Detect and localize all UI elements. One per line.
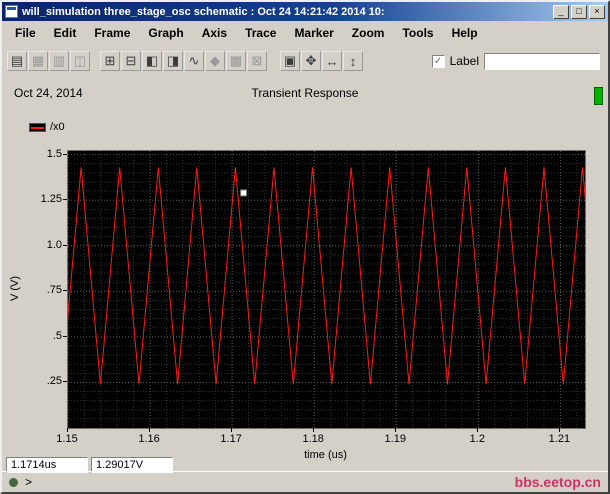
strip-chart-icon[interactable]: ▥ xyxy=(49,51,69,71)
close-button[interactable]: × xyxy=(589,4,605,19)
x-tick-label: 1.21 xyxy=(548,433,571,445)
plot-title: Transient Response xyxy=(251,86,359,100)
title-bar[interactable]: will_simulation three_stage_osc schemati… xyxy=(2,2,608,21)
x-tick-label: 1.18 xyxy=(302,433,324,445)
command-prompt[interactable]: > xyxy=(25,475,32,489)
subwindow-add-icon[interactable]: ⊞ xyxy=(100,51,120,71)
label-checkbox-text: Label xyxy=(449,54,479,68)
y-tick-mark xyxy=(63,381,67,383)
maximize-button[interactable]: □ xyxy=(571,4,587,19)
legend-swatch xyxy=(29,122,46,132)
window-icon xyxy=(5,5,18,18)
menu-zoom[interactable]: Zoom xyxy=(343,23,394,43)
y-tick-label: 1.25 xyxy=(40,193,62,206)
window-title: will_simulation three_stage_osc schemati… xyxy=(22,5,385,18)
zoom-x-icon[interactable]: ↔ xyxy=(322,51,342,71)
x-tick-mark xyxy=(67,428,68,432)
x-tick-label: 1.17 xyxy=(220,433,242,445)
y-axis-title: V (V) xyxy=(9,275,21,302)
waveform-window: will_simulation three_stage_osc schemati… xyxy=(0,0,610,494)
legend-label: /x0 xyxy=(50,121,65,133)
x-tick-label: 1.19 xyxy=(384,433,406,445)
window-controls: _ □ × xyxy=(553,4,605,19)
label-box: ✓ Label xyxy=(431,52,600,70)
plot-region: V (V) time (us) 1.5 1.25 1.0.75.5.25 1.15 1.… xyxy=(2,147,608,462)
status-dot-icon xyxy=(9,477,18,487)
slider-icon[interactable]: ▩ xyxy=(226,51,246,71)
y-tick-label: .5 xyxy=(52,329,62,342)
y-tick-label: 1.5 xyxy=(46,147,62,160)
label-input[interactable] xyxy=(484,52,600,70)
menu-edit[interactable]: Edit xyxy=(45,23,86,43)
minimize-button[interactable]: _ xyxy=(553,4,569,19)
marker-add-icon[interactable]: ◆ xyxy=(205,51,225,71)
menu-help[interactable]: Help xyxy=(443,23,487,43)
menu-marker[interactable]: Marker xyxy=(285,23,342,43)
redraw-icon[interactable]: ▦ xyxy=(28,51,48,71)
menu-bar: File Edit Frame Graph Axis Trace Marker Zoom Too… xyxy=(2,21,608,45)
pan-icon[interactable]: ✥ xyxy=(301,51,321,71)
x-tick-mark xyxy=(395,428,397,432)
y-tick-mark xyxy=(63,290,67,292)
y-tick-mark xyxy=(63,153,67,155)
plot-canvas[interactable] xyxy=(67,150,586,429)
y-tick-mark xyxy=(63,199,67,201)
toolbar-icons: ▤ ▦ ▥ ◫ ⊞ ⊟ ◧ ◨ ∿ ◆ ▩ ⊠ ▣ ✥ ↔ ↕ xyxy=(7,51,364,71)
print-icon[interactable]: ▤ xyxy=(7,51,27,71)
y-tick-mark xyxy=(63,335,67,337)
pane-indicator[interactable] xyxy=(594,87,603,105)
menu-tools[interactable]: Tools xyxy=(393,23,442,43)
plot-header: Oct 24, 2014 Transient Response xyxy=(2,86,608,102)
x-tick-mark xyxy=(149,428,151,432)
copy-window-icon[interactable]: ◧ xyxy=(142,51,162,71)
menu-frame[interactable]: Frame xyxy=(85,23,139,43)
menu-trace[interactable]: Trace xyxy=(236,23,285,43)
status-bar: > bbs.eetop.cn xyxy=(2,471,608,492)
x-tick-label: 1.16 xyxy=(138,433,160,445)
zoom-y-icon[interactable]: ↕ xyxy=(343,51,363,71)
menu-file[interactable]: File xyxy=(6,23,45,43)
y-tick-label: 1.0 xyxy=(46,238,62,251)
composite-chart-icon[interactable]: ◫ xyxy=(70,51,90,71)
watermark: bbs.eetop.cn xyxy=(514,474,601,490)
legend-swatch-line xyxy=(31,126,44,129)
x-tick-mark xyxy=(231,428,233,432)
y-tick-mark xyxy=(63,244,67,246)
zoom-fit-icon[interactable]: ▣ xyxy=(280,51,300,71)
zoom-box-icon[interactable]: ⊠ xyxy=(247,51,267,71)
menu-graph[interactable]: Graph xyxy=(139,23,192,43)
toolbar: ▤ ▦ ▥ ◫ ⊞ ⊟ ◧ ◨ ∿ ◆ ▩ ⊠ ▣ ✥ ↔ ↕ ✓ Label xyxy=(2,45,608,77)
subwindow-delete-icon[interactable]: ⊟ xyxy=(121,51,141,71)
x-tick-mark xyxy=(313,428,315,432)
legend-item[interactable]: /x0 xyxy=(29,121,65,133)
menu-axis[interactable]: Axis xyxy=(193,23,236,43)
label-checkbox[interactable]: ✓ xyxy=(431,54,445,68)
paste-window-icon[interactable]: ◨ xyxy=(163,51,183,71)
legend: /x0 xyxy=(29,121,65,133)
trace-edit-icon[interactable]: ∿ xyxy=(184,51,204,71)
x-tick-mark xyxy=(559,428,561,432)
waveform-svg xyxy=(68,151,585,428)
y-tick-label: .75 xyxy=(46,284,62,297)
y-tick-label: .25 xyxy=(46,375,62,388)
cursor-box[interactable] xyxy=(240,189,248,197)
x-tick-label: 1.2 xyxy=(469,433,485,445)
x-tick-mark xyxy=(477,428,479,432)
x-tick-label: 1.15 xyxy=(56,433,78,445)
